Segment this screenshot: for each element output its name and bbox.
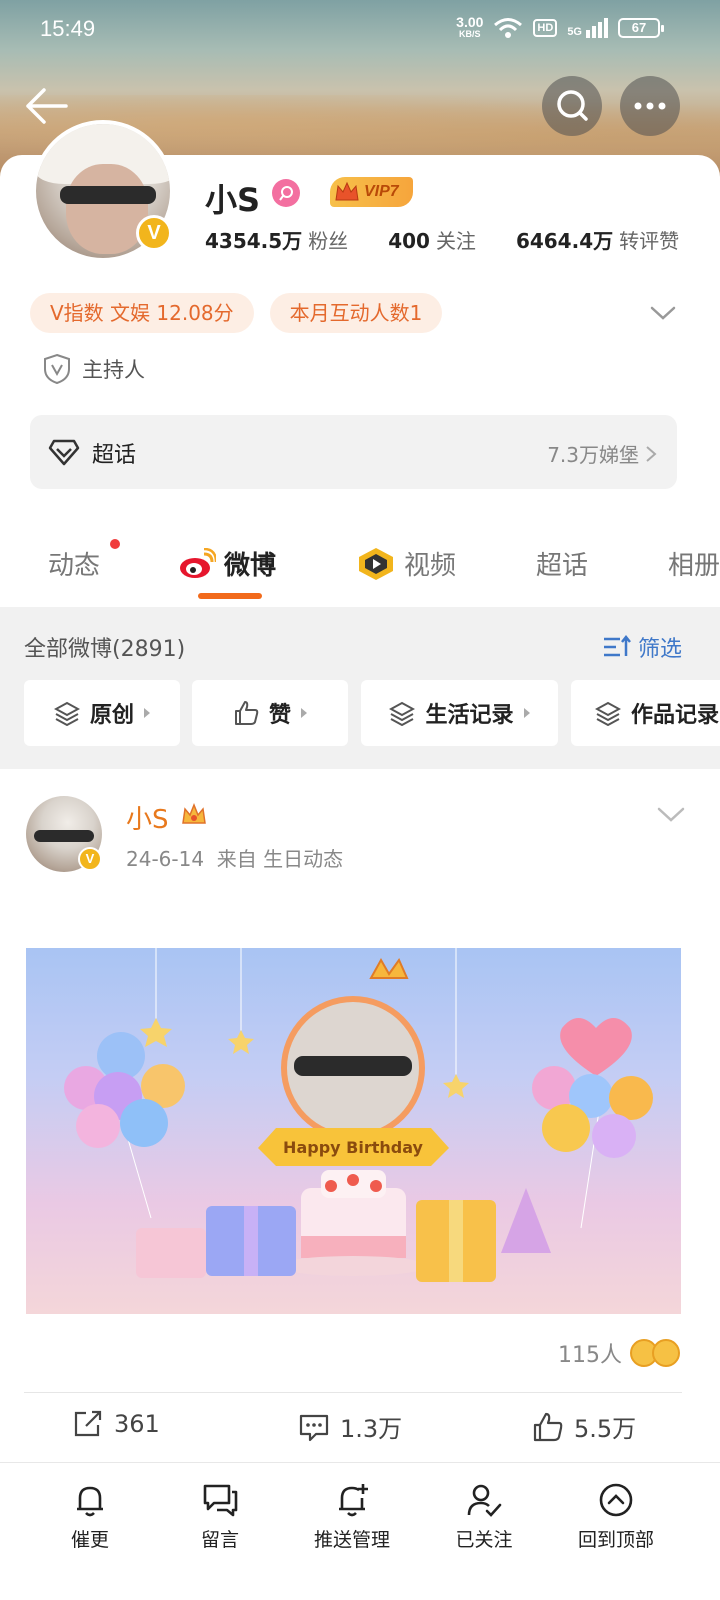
profile-tabs: 动态 微博 视频 超话 相册 xyxy=(0,535,720,607)
profile-name: 小S xyxy=(205,181,261,219)
verified-badge-icon: V xyxy=(136,215,172,251)
tab-weibo[interactable]: 微博 xyxy=(178,545,276,582)
chevron-up-circle-icon xyxy=(599,1483,633,1517)
birthday-illustration: Happy Birthday xyxy=(64,948,653,1282)
like-icon xyxy=(533,1412,563,1441)
crown-icon xyxy=(335,181,359,201)
comment-button[interactable]: 1.3万 xyxy=(298,1409,402,1444)
back-button[interactable] xyxy=(22,82,70,130)
layers-icon xyxy=(595,701,621,726)
reaction-summary[interactable]: 115人 xyxy=(558,1337,680,1369)
layers-icon xyxy=(53,701,80,726)
filter-pill-life[interactable]: 生活记录 xyxy=(361,680,558,746)
v-index-chip[interactable]: V指数 文娱 12.08分 xyxy=(30,293,254,333)
share-button[interactable]: 361 xyxy=(72,1409,160,1439)
status-time: 15:49 xyxy=(40,16,96,41)
more-dots-icon xyxy=(634,102,666,110)
tab-activity[interactable]: 动态 xyxy=(48,545,100,582)
filter-button[interactable]: 筛选 xyxy=(602,631,682,663)
message-icon xyxy=(203,1484,238,1517)
bell-icon xyxy=(77,1486,103,1517)
filter-pill-works[interactable]: 作品记录 xyxy=(571,680,720,746)
divider xyxy=(24,1392,682,1393)
caret-right-icon xyxy=(301,708,307,718)
push-settings-button[interactable]: 推送管理 xyxy=(292,1481,412,1552)
ribbon-text: Happy Birthday xyxy=(283,1138,423,1157)
filter-area: 全部微博(2891) 筛选 原创 赞 生活记录 作品记录 xyxy=(0,607,720,769)
like-button[interactable]: 5.5万 xyxy=(532,1409,636,1444)
topic-badge-icon[interactable] xyxy=(272,179,300,207)
wifi-icon xyxy=(494,18,523,38)
urge-update-button[interactable]: 催更 xyxy=(30,1481,150,1552)
share-icon xyxy=(74,1410,102,1437)
chevron-right-icon xyxy=(646,445,657,462)
like-icon xyxy=(234,701,259,725)
reaction-emoji-icon xyxy=(630,1339,680,1367)
bell-plus-icon xyxy=(339,1484,368,1517)
following-button[interactable]: 已关注 xyxy=(424,1481,544,1552)
all-posts-label: 全部微博(2891) xyxy=(24,637,186,662)
net-speed: 3.00 KB/S xyxy=(456,14,484,39)
tab-video[interactable]: 视频 xyxy=(356,545,456,582)
filter-icon xyxy=(603,634,631,657)
search-button[interactable] xyxy=(542,76,602,136)
profile-chips: V指数 文娱 12.08分 本月互动人数1 xyxy=(30,293,443,333)
chevron-down-icon[interactable] xyxy=(648,301,678,325)
crown-icon xyxy=(182,802,206,824)
tab-album[interactable]: 相册 xyxy=(668,545,720,582)
caret-right-icon xyxy=(523,708,530,718)
tab-supertopic[interactable]: 超话 xyxy=(536,545,588,582)
back-to-top-button[interactable]: 回到顶部 xyxy=(556,1481,676,1552)
bottom-action-bar: 催更 留言 推送管理 已关注 回到顶部 xyxy=(0,1462,720,1600)
stat-interactions[interactable]: 6464.4万 转评赞 xyxy=(516,225,679,254)
supertopic-count: 7.3万娣堡 xyxy=(547,439,657,468)
comment-icon xyxy=(299,1414,329,1441)
search-icon xyxy=(557,90,588,121)
more-button[interactable] xyxy=(620,76,680,136)
role-label: 主持人 xyxy=(82,358,145,382)
profile-stats: 4354.5万 粉丝 400 关注 6464.4万 转评赞 xyxy=(205,225,679,254)
chevron-down-icon[interactable] xyxy=(656,805,686,825)
post-image[interactable]: Happy Birthday xyxy=(26,948,681,1314)
shield-icon xyxy=(44,353,70,385)
active-tab-indicator xyxy=(198,593,262,599)
leave-message-button[interactable]: 留言 xyxy=(160,1481,280,1552)
user-check-icon xyxy=(467,1484,502,1517)
filter-pill-like[interactable]: 赞 xyxy=(192,680,348,746)
vip-badge[interactable]: VIP7 xyxy=(330,177,413,207)
verified-badge-icon: V xyxy=(78,847,102,871)
signal-icon: 5G xyxy=(567,18,608,38)
status-bar: 15:49 3.00 KB/S HD 5G 67 xyxy=(0,0,720,64)
layers-icon xyxy=(389,701,416,726)
role-row: 主持人 xyxy=(42,353,145,385)
caret-right-icon xyxy=(144,708,150,718)
filter-pill-original[interactable]: 原创 xyxy=(24,680,180,746)
diamond-icon xyxy=(48,439,80,466)
video-logo-icon xyxy=(359,547,393,580)
status-icons: 3.00 KB/S HD 5G 67 xyxy=(456,14,664,40)
post-card: V 小S 24-6-14 来自 生日动态 Happy Birthday 115人… xyxy=(0,769,720,1459)
battery-icon: 67 xyxy=(618,18,664,38)
stat-followers[interactable]: 4354.5万 粉丝 xyxy=(205,225,348,254)
hd-icon: HD xyxy=(533,19,558,37)
post-author[interactable]: 小S xyxy=(126,799,169,836)
supertopic-label: 超话 xyxy=(92,443,137,468)
stat-following[interactable]: 400 关注 xyxy=(388,225,476,254)
monthly-interaction-chip[interactable]: 本月互动人数1 xyxy=(269,293,443,333)
weibo-logo-icon xyxy=(180,547,216,578)
post-meta: 24-6-14 来自 生日动态 xyxy=(126,847,344,871)
supertopic-entry[interactable]: 超话 7.3万娣堡 xyxy=(30,415,677,489)
unread-dot xyxy=(110,539,120,549)
